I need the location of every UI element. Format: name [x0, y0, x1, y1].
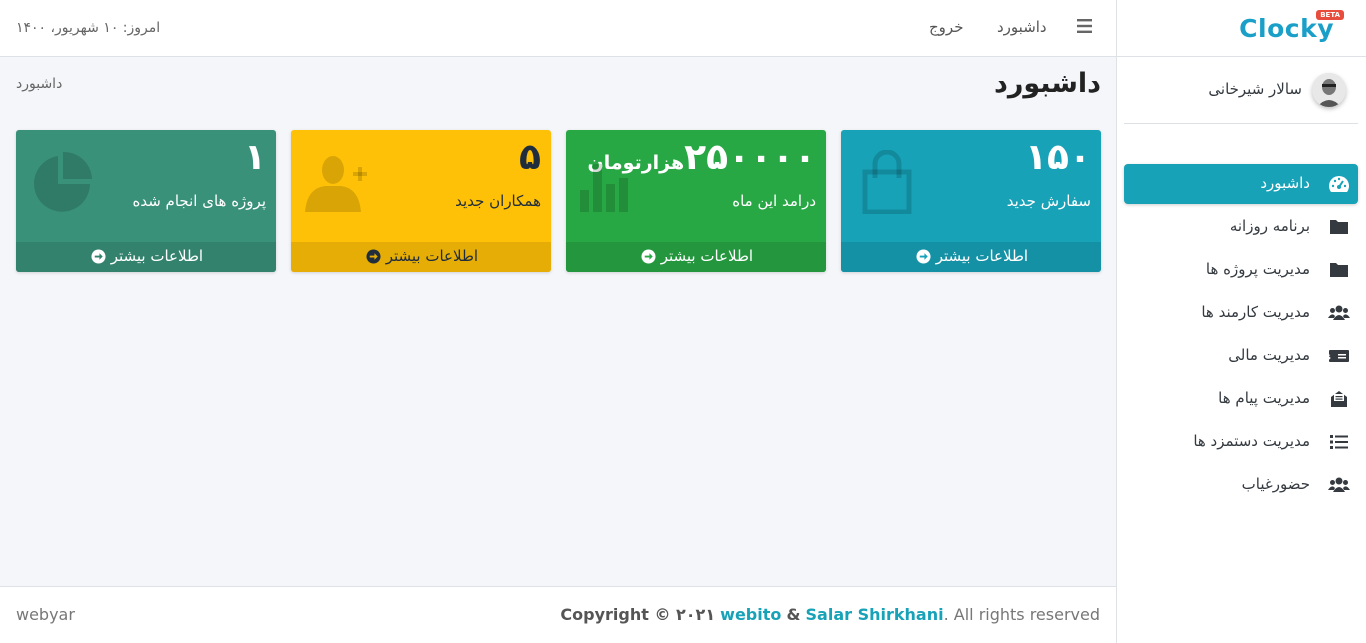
svg-text:$: $: [1328, 353, 1331, 362]
stat-box-new-colleagues: ۵ همکاران جدید اطلاعات بیشتر: [291, 130, 551, 272]
more-info-link[interactable]: اطلاعات بیشتر: [841, 242, 1101, 272]
more-info-link[interactable]: اطلاعات بیشتر: [16, 242, 276, 272]
sidebar-item-employees[interactable]: مدیریت کارمند ها: [1124, 293, 1358, 336]
sidebar-item-finance[interactable]: $ مدیریت مالی: [1124, 336, 1358, 379]
brand[interactable]: Clocky BETA: [1117, 0, 1366, 57]
page-title: داشبورد: [993, 68, 1101, 99]
tachometer-icon: [1329, 176, 1349, 192]
stat-label: درامد این ماه: [732, 192, 816, 210]
more-info-link[interactable]: اطلاعات بیشتر: [291, 242, 551, 272]
stat-label: همکاران جدید: [455, 192, 541, 210]
sidebar-item-label: داشبورد: [1260, 174, 1310, 192]
current-date: امروز: ۱۰ شهریور، ۱۴۰۰: [16, 20, 161, 36]
arrow-circle-right-icon: [91, 249, 106, 264]
envelope-open-icon: [1331, 391, 1347, 407]
sidebar-item-label: برنامه روزانه: [1229, 217, 1310, 235]
nav-link-dashboard[interactable]: داشبورد: [997, 18, 1047, 36]
sidebar-item-wages[interactable]: مدیریت دستمزد ها: [1124, 422, 1358, 465]
arrow-circle-right-icon: [641, 249, 656, 264]
user-name[interactable]: سالار شیرخانی: [1208, 80, 1302, 98]
arrow-circle-right-icon: [916, 249, 931, 264]
sidebar-nav: داشبورد برنامه روزانه مدیریت پروژه ها مد…: [1124, 164, 1358, 508]
sidebar-item-label: مدیریت دستمزد ها: [1193, 432, 1310, 450]
shopping-bag-icon: [862, 150, 912, 214]
sidebar-item-label: حضورغیاب: [1241, 475, 1310, 493]
user-plus-icon: [305, 156, 367, 212]
more-info-link[interactable]: اطلاعات بیشتر: [566, 242, 826, 272]
folder-icon: [1330, 263, 1348, 277]
main-footer: webyar Copyright © ۲۰۲۱ webito & Salar S…: [0, 586, 1116, 643]
user-panel: سالار شیرخانی: [1124, 66, 1358, 124]
bar-chart-icon: [580, 164, 628, 212]
beta-badge: BETA: [1316, 10, 1344, 20]
ampersand: &: [786, 605, 801, 624]
hamburger-menu-icon[interactable]: [1077, 19, 1092, 33]
stat-box-monthly-income: ۲۵۰۰۰۰هزارتومان درامد این ماه اطلاعات بی…: [566, 130, 826, 272]
more-info-label: اطلاعات بیشتر: [660, 247, 754, 265]
webito-link[interactable]: webito: [720, 605, 781, 624]
sidebar-item-attendance[interactable]: حضورغیاب: [1124, 465, 1358, 508]
stat-value: ۱۵۰: [1025, 137, 1091, 178]
sidebar-item-daily-schedule[interactable]: برنامه روزانه: [1124, 207, 1358, 250]
sidebar: Clocky BETA سالار شیرخانی داشبورد برنامه…: [1116, 0, 1366, 643]
more-info-label: اطلاعات بیشتر: [935, 247, 1029, 265]
users-icon: [1328, 305, 1350, 320]
pie-chart-icon: [34, 151, 92, 212]
folder-icon: [1330, 220, 1348, 234]
sidebar-item-dashboard[interactable]: داشبورد: [1124, 164, 1358, 204]
arrow-circle-right-icon: [366, 249, 381, 264]
copyright-text: Copyright © ۲۰۲۱: [560, 605, 716, 624]
sidebar-item-label: مدیریت پیام ها: [1218, 389, 1310, 407]
copyright: Copyright © ۲۰۲۱ webito & Salar Shirkhan…: [560, 605, 1100, 624]
sidebar-item-label: مدیریت کارمند ها: [1201, 303, 1310, 321]
sidebar-item-label: مدیریت پروژه ها: [1205, 260, 1310, 278]
stat-value: ۵: [519, 137, 541, 178]
breadcrumb[interactable]: داشبورد: [16, 76, 62, 92]
stat-box-new-orders: ۱۵۰ سفارش جدید اطلاعات بیشتر: [841, 130, 1101, 272]
rights-text: . All rights reserved: [943, 605, 1100, 624]
stat-label: سفارش جدید: [1006, 192, 1091, 210]
nav-link-logout[interactable]: خروج: [929, 18, 963, 36]
top-navbar: داشبورد خروج امروز: ۱۰ شهریور، ۱۴۰۰: [0, 0, 1116, 57]
author-link[interactable]: Salar Shirkhani: [806, 605, 944, 624]
sidebar-item-label: مدیریت مالی: [1228, 346, 1310, 364]
users-icon: [1328, 477, 1350, 492]
stat-label: پروژه های انجام شده: [132, 192, 266, 210]
list-icon: [1330, 435, 1348, 449]
sidebar-item-messages[interactable]: مدیریت پیام ها: [1124, 379, 1358, 422]
stat-box-completed-projects: ۱ پروژه های انجام شده اطلاعات بیشتر: [16, 130, 276, 272]
more-info-label: اطلاعات بیشتر: [385, 247, 479, 265]
stat-value: ۱: [244, 137, 266, 178]
money-bill-icon: $: [1328, 350, 1349, 362]
avatar[interactable]: [1312, 73, 1346, 107]
footer-brand: webyar: [16, 605, 75, 624]
sidebar-item-projects[interactable]: مدیریت پروژه ها: [1124, 250, 1358, 293]
more-info-label: اطلاعات بیشتر: [110, 247, 204, 265]
